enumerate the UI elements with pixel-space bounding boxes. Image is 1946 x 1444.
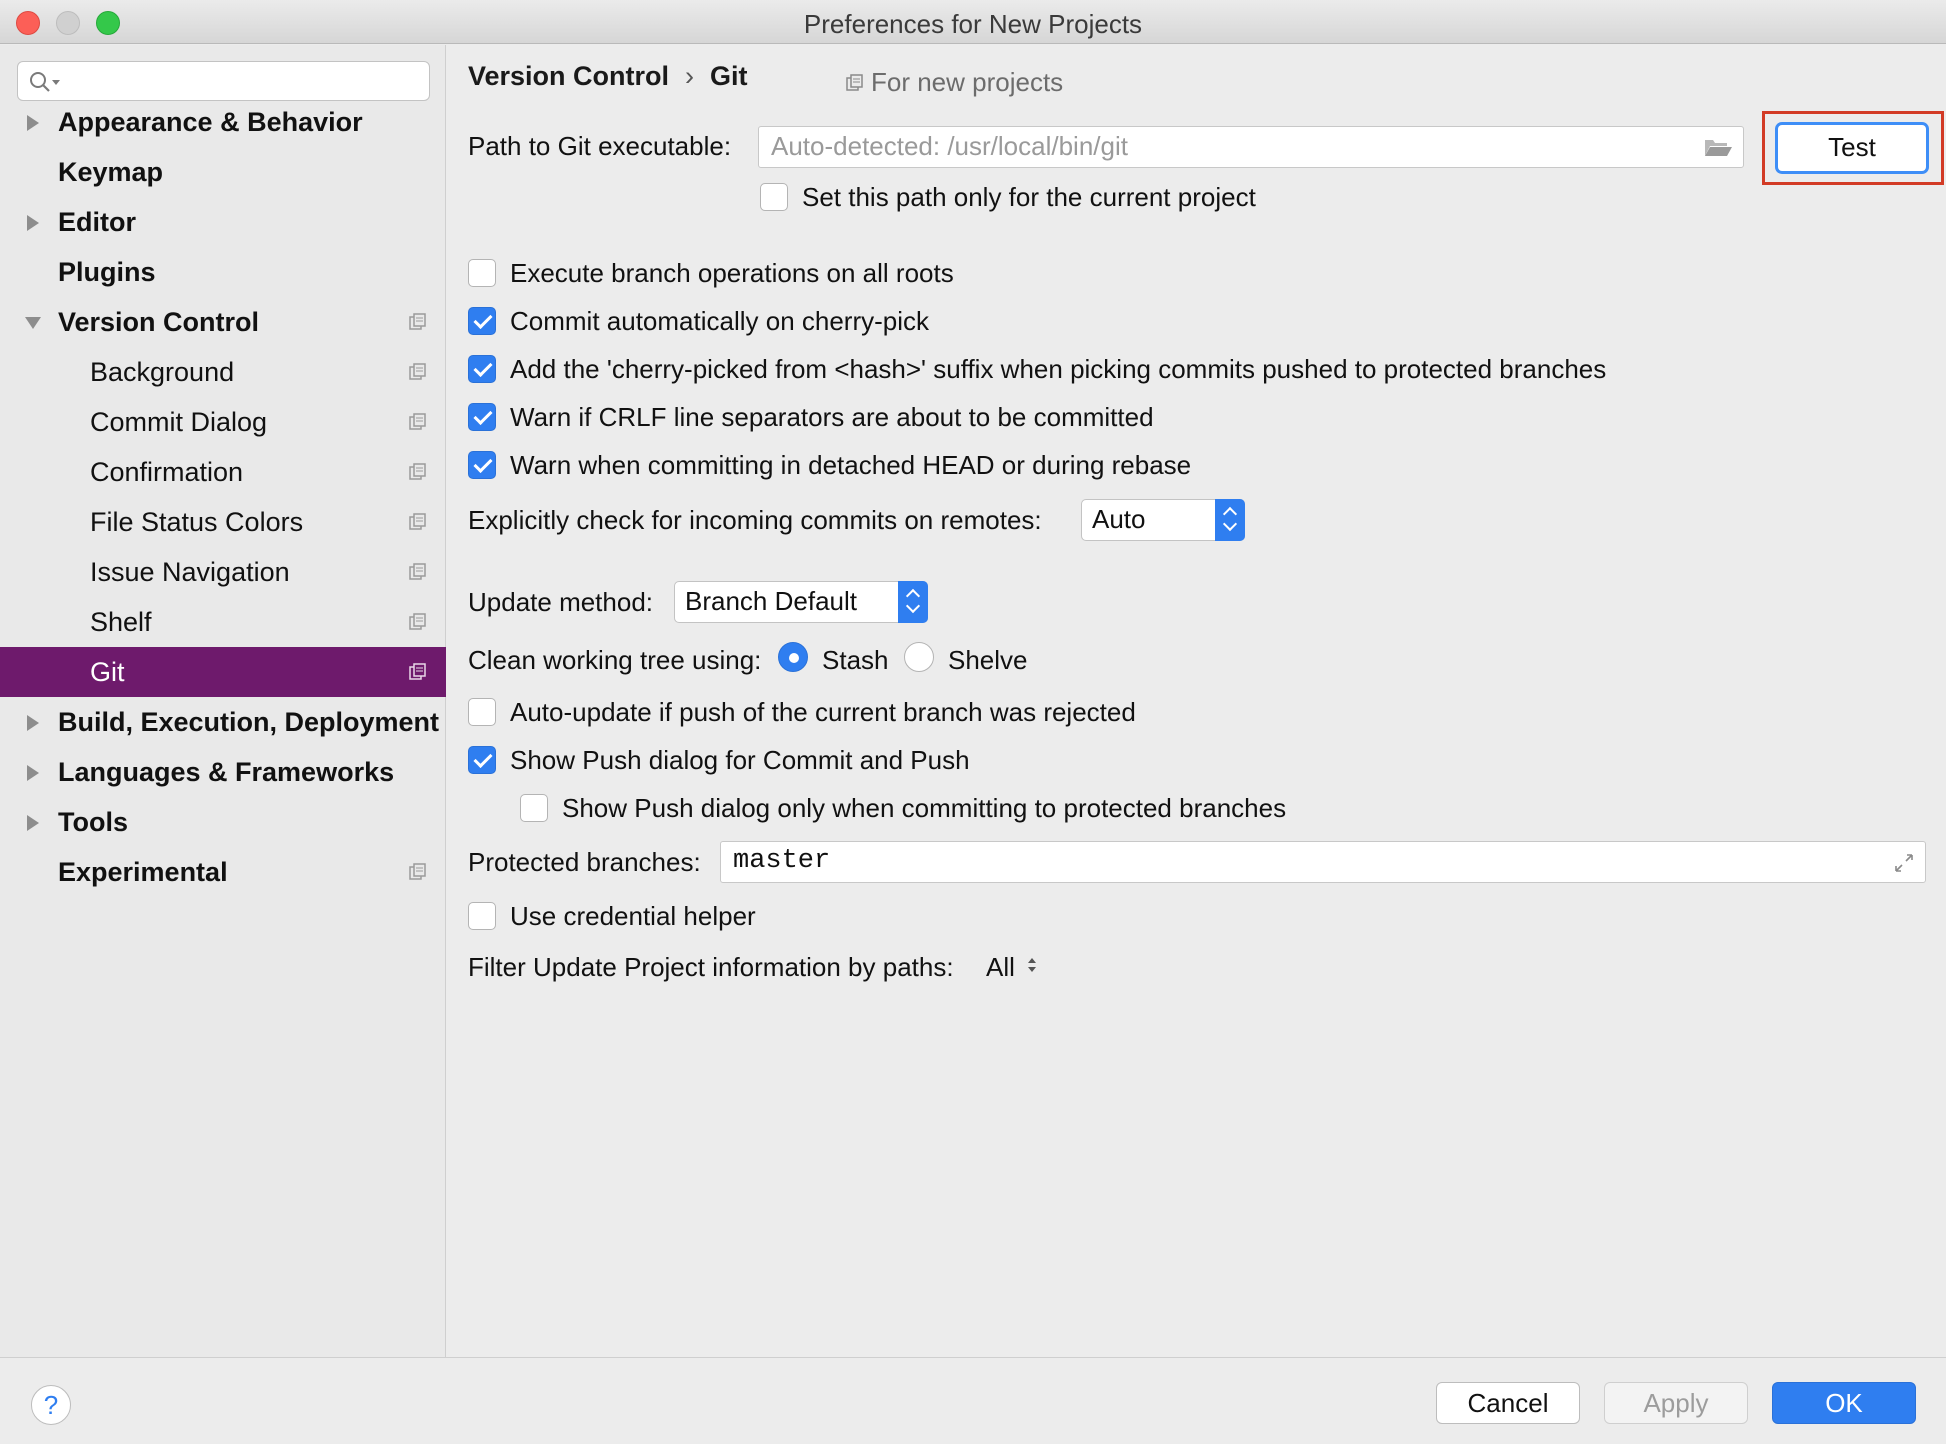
settings-search[interactable]	[17, 61, 430, 101]
git-path-field[interactable]: Auto-detected: /usr/local/bin/git	[758, 126, 1744, 168]
show-push-protected-label: Show Push dialog only when committing to…	[562, 793, 1287, 823]
breadcrumb-separator: ›	[685, 61, 695, 91]
current-project-only-checkbox[interactable]	[760, 183, 788, 211]
project-scope-icon	[409, 513, 426, 530]
expand-arrow-icon[interactable]	[27, 815, 39, 831]
search-icon	[30, 72, 60, 92]
sidebar-item-build-execution-deployment[interactable]: Build, Execution, Deployment	[0, 697, 446, 747]
sidebar-item-commit-dialog[interactable]: Commit Dialog	[0, 397, 446, 447]
scope-note: For new projects	[845, 67, 1063, 98]
sidebar-item-confirmation[interactable]: Confirmation	[0, 447, 446, 497]
shelve-label: Shelve	[948, 645, 1028, 675]
sidebar-item-appearance-behavior[interactable]: Appearance & Behavior	[0, 97, 446, 147]
preferences-window: Preferences for New Projects Appearance …	[0, 0, 1946, 1444]
protected-branches-label: Protected branches:	[468, 847, 701, 877]
title-bar: Preferences for New Projects	[0, 0, 1946, 44]
credential-helper-checkbox[interactable]	[468, 902, 496, 930]
protected-branches-field[interactable]: master	[720, 841, 1926, 883]
ok-button[interactable]: OK	[1772, 1382, 1916, 1424]
sidebar-item-background[interactable]: Background	[0, 347, 446, 397]
sidebar-item-keymap[interactable]: Keymap	[0, 147, 446, 197]
project-scope-icon	[409, 463, 426, 480]
project-scope-icon	[409, 413, 426, 430]
auto-update-checkbox[interactable]	[468, 698, 496, 726]
window-title: Preferences for New Projects	[803, 9, 1143, 39]
stash-label: Stash	[822, 645, 889, 675]
expand-arrow-icon[interactable]	[27, 715, 39, 731]
project-scope-icon	[409, 313, 426, 330]
breadcrumb: Version Control › Git	[468, 61, 748, 92]
sidebar-item-shelf[interactable]: Shelf	[0, 597, 446, 647]
sidebar-item-editor[interactable]: Editor	[0, 197, 446, 247]
breadcrumb-parent[interactable]: Version Control	[468, 61, 669, 91]
git-path-label: Path to Git executable:	[468, 131, 732, 161]
test-button[interactable]: Test	[1775, 122, 1929, 174]
update-method-select[interactable]: Branch Default	[674, 581, 928, 623]
auto-update-label: Auto-update if push of the current branc…	[510, 697, 1136, 727]
clean-tree-label: Clean working tree using:	[468, 645, 762, 675]
sidebar-item-languages-frameworks[interactable]: Languages & Frameworks	[0, 747, 446, 797]
expand-field-icon[interactable]	[1893, 852, 1915, 874]
project-scope-icon	[409, 613, 426, 630]
update-method-label: Update method:	[468, 587, 654, 617]
git-path-placeholder: Auto-detected: /usr/local/bin/git	[771, 131, 1128, 161]
project-scope-icon	[409, 363, 426, 380]
sidebar-item-experimental[interactable]: Experimental	[0, 847, 446, 897]
warn-detached-checkbox[interactable]	[468, 451, 496, 479]
git-settings-panel: Version Control › Git For new projects Pat…	[447, 45, 1946, 1357]
warn-crlf-checkbox[interactable]	[468, 403, 496, 431]
help-button[interactable]: ?	[31, 1385, 71, 1425]
chevron-updown-icon	[1028, 958, 1037, 972]
stash-radio[interactable]	[778, 642, 808, 672]
show-push-protected-checkbox[interactable]	[520, 794, 548, 822]
current-project-only-label: Set this path only for the current proje…	[802, 182, 1256, 212]
sidebar-item-version-control[interactable]: Version Control	[0, 297, 446, 347]
breadcrumb-current: Git	[710, 61, 748, 91]
sidebar-item-git[interactable]: Git	[0, 647, 446, 697]
execute-all-roots-checkbox[interactable]	[468, 259, 496, 287]
sidebar-item-issue-navigation[interactable]: Issue Navigation	[0, 547, 446, 597]
project-scope-icon	[409, 663, 426, 680]
project-scope-icon	[409, 863, 426, 880]
cancel-button[interactable]: Cancel	[1436, 1382, 1580, 1424]
expand-arrow-icon[interactable]	[27, 765, 39, 781]
filter-paths-label: Filter Update Project information by pat…	[468, 952, 954, 982]
show-push-dialog-checkbox[interactable]	[468, 746, 496, 774]
dialog-footer: ? Cancel Apply OK	[0, 1357, 1946, 1444]
apply-button[interactable]: Apply	[1604, 1382, 1748, 1424]
incoming-commits-select[interactable]: Auto	[1081, 499, 1245, 541]
commit-cherry-pick-label: Commit automatically on cherry-pick	[510, 306, 930, 336]
filter-paths-select[interactable]: All	[986, 952, 1038, 983]
credential-helper-label: Use credential helper	[510, 901, 756, 931]
select-stepper-icon	[898, 581, 928, 623]
expand-arrow-icon[interactable]	[27, 215, 39, 231]
expand-arrow-icon[interactable]	[27, 115, 39, 131]
cherry-suffix-checkbox[interactable]	[468, 355, 496, 383]
project-scope-icon	[409, 563, 426, 580]
sidebar-item-plugins[interactable]: Plugins	[0, 247, 446, 297]
cherry-suffix-label: Add the 'cherry-picked from <hash>' suff…	[510, 354, 1607, 384]
execute-all-roots-label: Execute branch operations on all roots	[510, 258, 954, 288]
project-scope-icon	[846, 74, 863, 91]
warn-crlf-label: Warn if CRLF line separators are about t…	[510, 402, 1154, 432]
sidebar-item-file-status-colors[interactable]: File Status Colors	[0, 497, 446, 547]
folder-open-icon[interactable]	[1703, 136, 1733, 158]
settings-sidebar: Appearance & Behavior Keymap Editor Plug…	[0, 45, 446, 1357]
sidebar-item-tools[interactable]: Tools	[0, 797, 446, 847]
incoming-commits-label: Explicitly check for incoming commits on…	[468, 505, 1042, 535]
select-stepper-icon	[1215, 499, 1245, 541]
shelve-radio[interactable]	[904, 642, 934, 672]
search-input[interactable]	[68, 66, 418, 96]
commit-cherry-pick-checkbox[interactable]	[468, 307, 496, 335]
show-push-dialog-label: Show Push dialog for Commit and Push	[510, 745, 970, 775]
collapse-arrow-icon[interactable]	[25, 317, 41, 329]
warn-detached-label: Warn when committing in detached HEAD or…	[510, 450, 1192, 480]
protected-branches-value: master	[733, 846, 831, 876]
